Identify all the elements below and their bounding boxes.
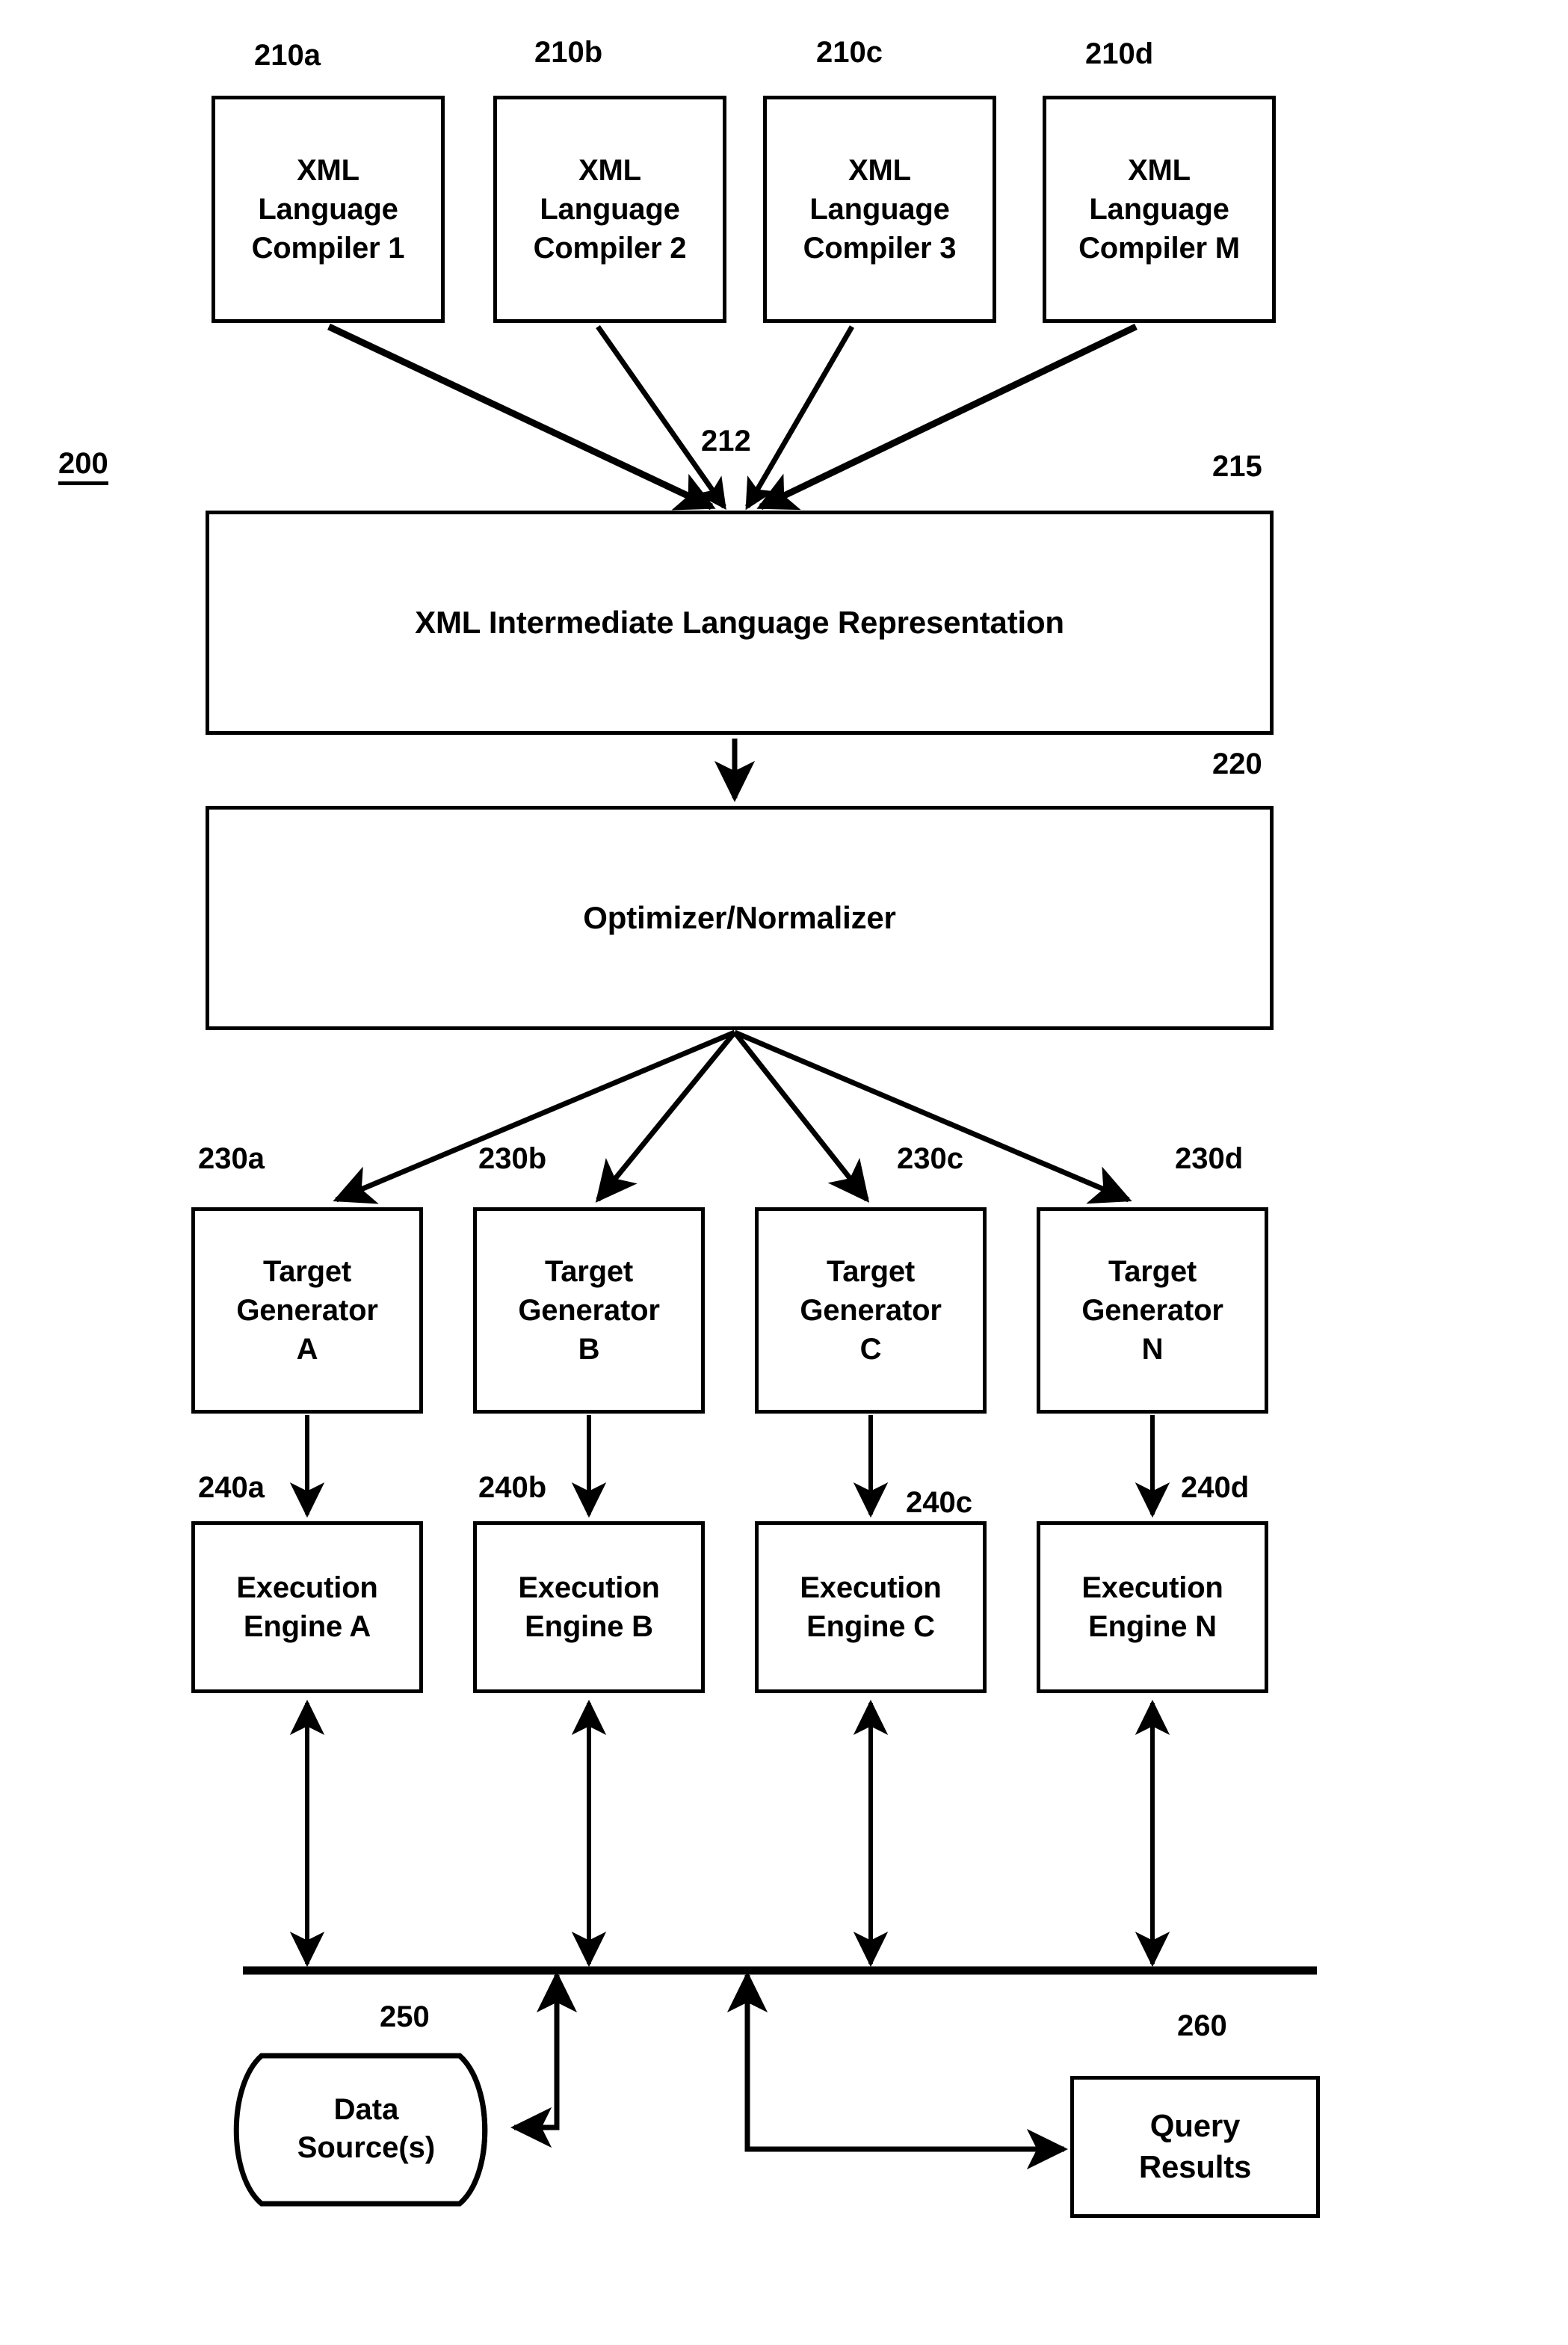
xml-language-compiler-2-label: XML Language Compiler 2 [533, 154, 687, 265]
xml-intermediate-language-representation-box[interactable]: XML Intermediate Language Representation [206, 511, 1274, 735]
ref-215: 215 [1212, 450, 1262, 483]
ref-230d: 230d [1175, 1142, 1244, 1175]
execution-engine-n-box[interactable]: Execution Engine N [1037, 1521, 1268, 1693]
ref-212-convergence-label: 212 [701, 425, 751, 457]
target-generator-b-label: Target Generator B [518, 1255, 660, 1366]
xml-language-compiler-1-label: XML Language Compiler 1 [251, 154, 405, 265]
xml-language-compiler-m-box[interactable]: XML Language Compiler M [1043, 96, 1276, 323]
ref-230a: 230a [198, 1142, 265, 1175]
xml-intermediate-language-representation-label: XML Intermediate Language Representation [415, 604, 1064, 640]
xml-language-compiler-1-box[interactable]: XML Language Compiler 1 [212, 96, 445, 323]
bus-to-datasource-connector [510, 1970, 578, 2148]
bus-to-queryresults-connector [726, 1970, 1069, 2170]
target-generator-a-label: Target Generator A [236, 1255, 378, 1366]
patent-figure: 210a 210b 210c 210d XML Language Compile… [0, 0, 1568, 2345]
target-generator-b-box[interactable]: Target Generator B [473, 1207, 705, 1414]
ref-240d: 240d [1181, 1471, 1250, 1504]
optimizer-normalizer-label: Optimizer/Normalizer [583, 899, 896, 935]
target-generator-c-label: Target Generator C [800, 1255, 942, 1366]
data-source-label: Data Source(s) [297, 2092, 436, 2164]
xml-language-compiler-3-label: XML Language Compiler 3 [803, 154, 957, 265]
ref-240c: 240c [906, 1486, 972, 1519]
execution-engine-a-label: Execution Engine A [236, 1571, 378, 1643]
data-source-cylinder[interactable]: Data Source(s) [254, 2051, 501, 2207]
query-results-box[interactable]: Query Results [1070, 2076, 1320, 2218]
ref-210b: 210b [534, 36, 603, 69]
compiler-convergence-arrows [327, 323, 1138, 511]
target-generator-n-box[interactable]: Target Generator N [1037, 1207, 1268, 1414]
ref-210d: 210d [1085, 37, 1154, 70]
ref-260: 260 [1177, 2009, 1227, 2042]
ref-230b: 230b [478, 1142, 547, 1175]
xml-language-compiler-2-box[interactable]: XML Language Compiler 2 [493, 96, 726, 323]
ref-220: 220 [1212, 748, 1262, 780]
ref-200-figure-label: 200 [58, 447, 108, 485]
ref-210c: 210c [816, 36, 883, 69]
execution-engine-n-label: Execution Engine N [1081, 1571, 1223, 1643]
ref-240b: 240b [478, 1471, 547, 1504]
execution-engine-b-box[interactable]: Execution Engine B [473, 1521, 705, 1693]
execution-engine-b-label: Execution Engine B [518, 1571, 660, 1643]
execution-engine-c-box[interactable]: Execution Engine C [755, 1521, 987, 1693]
xml-language-compiler-m-label: XML Language Compiler M [1078, 154, 1240, 265]
target-generator-c-box[interactable]: Target Generator C [755, 1207, 987, 1414]
xml-language-compiler-3-box[interactable]: XML Language Compiler 3 [763, 96, 996, 323]
engine-to-bus-arrows [289, 1699, 1170, 1967]
execution-engine-c-label: Execution Engine C [800, 1571, 942, 1643]
ref-250: 250 [380, 2000, 430, 2033]
generator-to-engine-arrows [289, 1415, 1170, 1518]
target-generator-n-label: Target Generator N [1081, 1255, 1223, 1366]
ref-210a: 210a [254, 39, 321, 72]
execution-engine-a-box[interactable]: Execution Engine A [191, 1521, 423, 1693]
target-generator-a-box[interactable]: Target Generator A [191, 1207, 423, 1414]
optimizer-fanout-arrows [333, 1029, 1132, 1204]
query-results-label: Query Results [1138, 2108, 1252, 2184]
ref-240a: 240a [198, 1471, 265, 1504]
ref-230c: 230c [897, 1142, 963, 1175]
optimizer-normalizer-box[interactable]: Optimizer/Normalizer [206, 806, 1274, 1030]
